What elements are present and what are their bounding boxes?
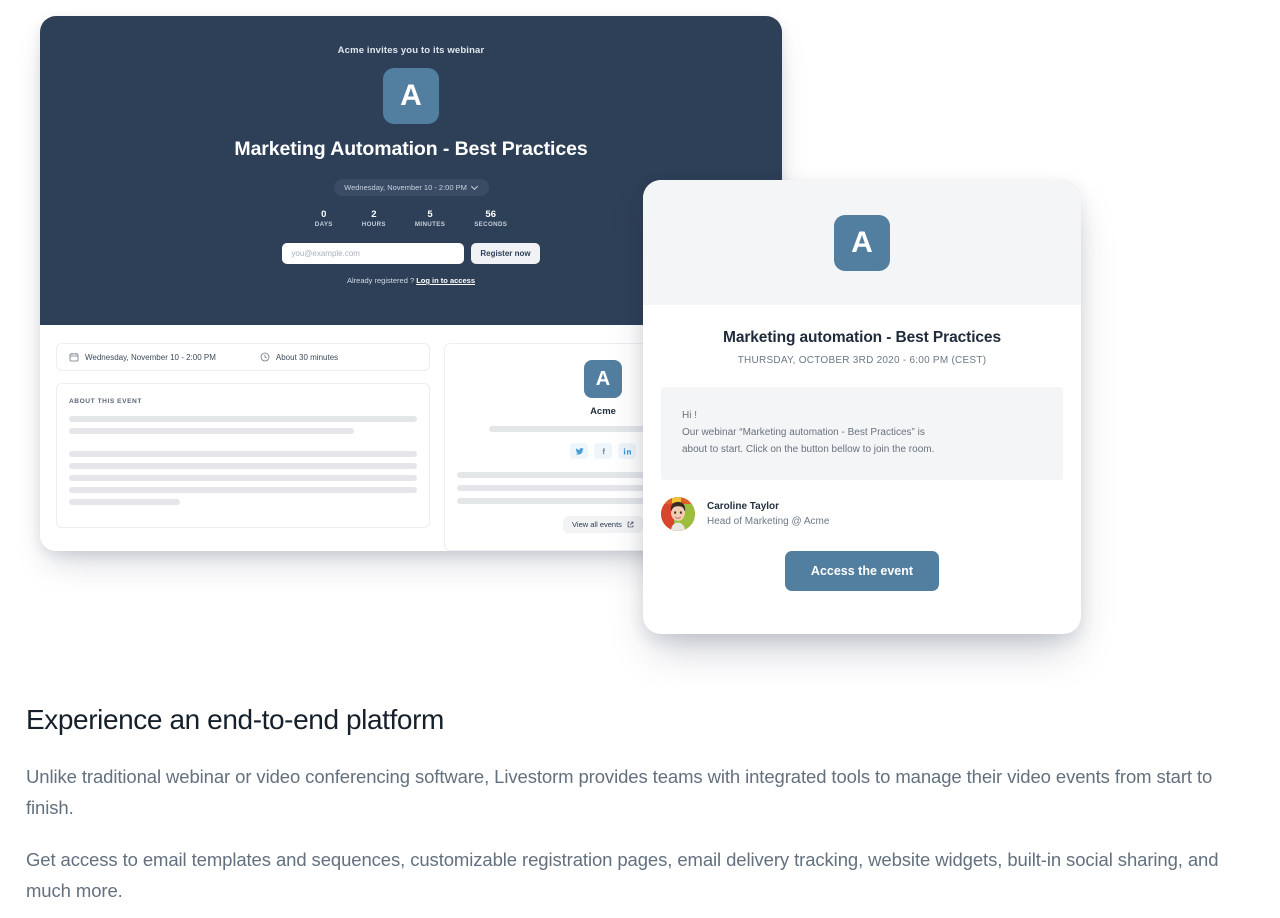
countdown-seconds-label: SECONDS [474,221,508,228]
about-this-event-panel: ABOUT THIS EVENT [56,383,430,528]
email-message-line: Our webinar “Marketing automation - Best… [682,427,925,438]
email-input[interactable] [282,243,465,264]
skeleton-line [69,451,417,457]
access-the-event-button[interactable]: Access the event [784,551,940,591]
register-now-button[interactable]: Register now [471,243,540,264]
view-all-events-label: View all events [572,520,622,529]
date-select[interactable]: Wednesday, November 10 - 2:00 PM [333,179,489,196]
facebook-icon[interactable] [594,443,612,459]
brand-logo-tile: A [383,68,439,124]
event-duration-text: About 30 minutes [275,352,339,362]
skeleton-line [69,475,417,481]
countdown-minutes-value: 5 [427,209,433,220]
copy-paragraph-2: Get access to email templates and sequen… [26,849,1219,901]
event-date-text: Wednesday, November 10 - 2:00 PM [85,352,216,362]
countdown-hours-label: HOURS [361,221,386,228]
email-signature: Caroline Taylor Head of Marketing @ Acme [661,497,1063,531]
hero-kicker: Acme invites you to its webinar [337,45,485,56]
email-message-line: about to start. Click on the button bell… [682,444,935,455]
skeleton-line [69,416,417,422]
countdown-days-label: DAYS [314,221,333,228]
login-to-access-link[interactable]: Log in to access [416,276,475,285]
email-message: Hi ! Our webinar “Marketing automation -… [661,387,1063,480]
skeleton-line [69,463,417,469]
event-details-column: Wednesday, November 10 - 2:00 PM About 3… [56,343,430,551]
email-header: A [643,180,1081,305]
countdown-unit-minutes: 5 MINUTES [415,209,445,229]
email-cta-wrap: Access the event [679,551,1045,591]
countdown-unit-seconds: 56 SECONDS [474,209,507,229]
calendar-icon [69,353,79,362]
avatar-image [661,497,695,531]
countdown-minutes-label: MINUTES [414,221,446,228]
clock-icon [260,352,270,362]
already-registered-label: Already registered ? [347,276,415,285]
twitter-icon[interactable] [570,443,588,459]
about-this-event-heading: ABOUT THIS EVENT [69,398,142,405]
skeleton-line [69,487,417,493]
countdown-unit-days: 0 DAYS [315,209,333,229]
screenshot-stage: Acme invites you to its webinar A Market… [0,0,1280,918]
view-all-events-button[interactable]: View all events [563,516,643,533]
countdown-days-value: 0 [321,209,327,220]
sender-role: Head of Marketing @ Acme [707,516,830,527]
linkedin-icon[interactable] [618,443,636,459]
email-brand-logo-tile: A [834,214,890,271]
copy-paragraph-1: Unlike traditional webinar or video conf… [26,766,1213,818]
copy-block: Experience an end-to-end platform Unlike… [26,700,1258,906]
external-link-icon [627,521,634,528]
email-preview-card: A Marketing automation - Best Practices … [643,180,1081,634]
chevron-down-icon [472,184,478,190]
event-date-item: Wednesday, November 10 - 2:00 PM [69,352,216,362]
avatar [661,497,695,531]
skeleton-line [69,499,181,505]
webinar-title: Marketing Automation - Best Practices [234,138,588,160]
countdown-hours-value: 2 [371,209,377,220]
event-meta-row: Wednesday, November 10 - 2:00 PM About 3… [56,343,430,371]
organizer-logo-tile: A [584,360,622,398]
skeleton-line [69,428,355,434]
email-title: Marketing automation - Best Practices [723,329,1001,346]
email-message-line: Hi ! [682,410,697,421]
email-body: Marketing automation - Best Practices TH… [643,305,1081,591]
countdown-seconds-value: 56 [485,209,496,220]
date-select-value: Wednesday, November 10 - 2:00 PM [344,183,467,192]
event-duration-item: About 30 minutes [260,352,338,362]
signature-text: Caroline Taylor Head of Marketing @ Acme [707,499,829,529]
countdown-unit-hours: 2 HOURS [362,209,386,229]
page-title: Experience an end-to-end platform [26,704,444,735]
sender-name: Caroline Taylor [707,501,780,512]
email-date: THURSDAY, OCTOBER 3RD 2020 - 6:00 PM (CE… [737,355,987,366]
